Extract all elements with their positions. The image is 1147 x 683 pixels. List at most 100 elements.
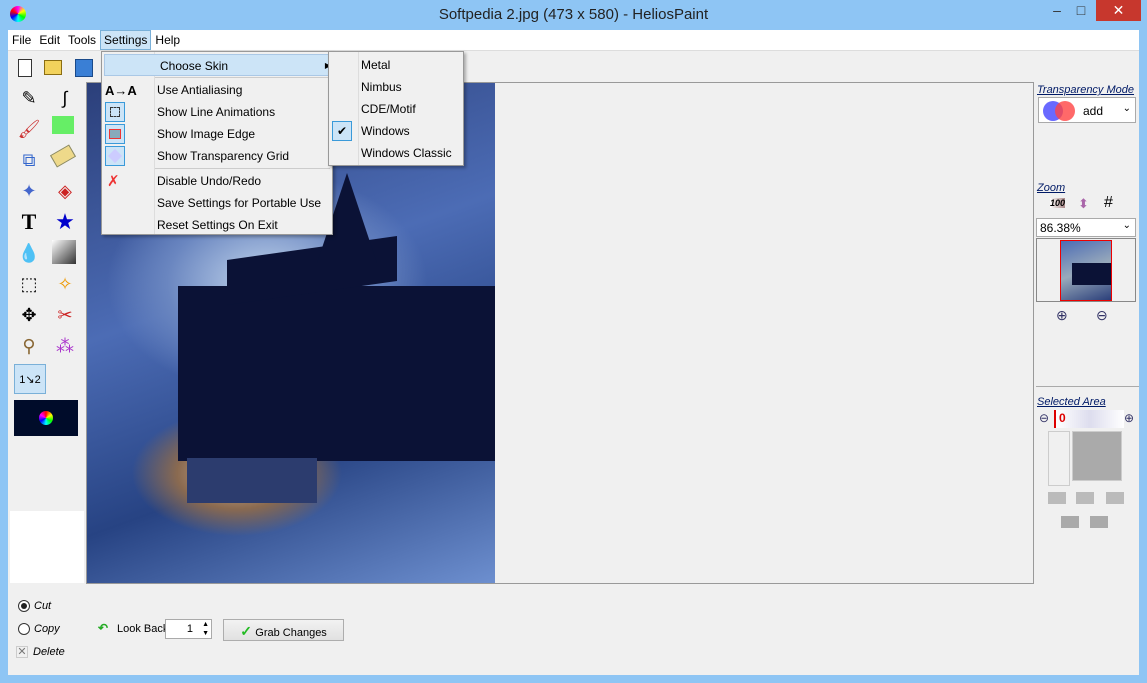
layer-swap-tool-icon[interactable]: 1↘2 — [14, 364, 46, 394]
selection-slider[interactable]: 0 — [1054, 410, 1124, 428]
transparency-grid-icon — [105, 146, 125, 166]
menu-item-label: Nimbus — [361, 80, 402, 94]
open-folder-icon[interactable] — [44, 60, 62, 75]
decrease-icon[interactable]: ⊖ — [1039, 411, 1049, 425]
pencil-tool-icon[interactable]: ✎ — [16, 85, 42, 111]
navigator-thumbnail[interactable] — [1060, 240, 1112, 301]
color-picker-swatch[interactable] — [14, 400, 78, 436]
menu-file[interactable]: File — [8, 30, 35, 50]
menu-item-reset-on-exit[interactable]: Reset Settings On Exit — [102, 214, 332, 236]
increase-icon[interactable]: ⊕ — [1124, 411, 1134, 425]
zoom-value: 86.38% — [1040, 221, 1081, 235]
color-wheel-icon — [39, 411, 53, 425]
edit-selection-icon[interactable] — [1076, 492, 1094, 504]
menu-item-label: Reset Settings On Exit — [157, 218, 278, 232]
chevron-down-icon: ⌄ — [1122, 103, 1131, 114]
zoom-out-icon[interactable]: ⊖ — [1096, 307, 1108, 324]
spray-tool-icon[interactable]: ✦ — [16, 178, 42, 204]
color-preview — [10, 511, 84, 583]
menu-item-show-line-animations[interactable]: Show Line Animations — [102, 101, 332, 123]
shapes-tool-icon[interactable]: ★ — [52, 209, 78, 235]
grid-icon[interactable]: # — [1104, 194, 1113, 212]
menu-item-label: Save Settings for Portable Use — [157, 196, 322, 210]
skin-item-nimbus[interactable]: Nimbus — [329, 76, 463, 98]
eyedropper-tool-icon[interactable]: 💧 — [16, 240, 42, 266]
freehand-line-tool-icon[interactable]: ∫ — [52, 85, 78, 111]
menu-item-label: Use Antialiasing — [157, 83, 243, 97]
transparency-mode-label: Transparency Mode — [1037, 84, 1135, 96]
menu-item-label: Show Transparency Grid — [157, 149, 290, 163]
skin-item-windows[interactable]: ✔ Windows — [329, 120, 463, 142]
layer-order-controls[interactable] — [1048, 431, 1070, 486]
menu-settings[interactable]: Settings — [100, 30, 152, 50]
menu-item-label: Choose Skin — [160, 59, 229, 73]
antialias-icon: A→A — [105, 83, 137, 98]
zoom-in-icon[interactable]: ⊕ — [1056, 307, 1068, 324]
divider — [1036, 386, 1139, 387]
save-icon[interactable] — [75, 59, 93, 77]
menu-item-disable-undo-redo[interactable]: ✗ Disable Undo/Redo — [102, 170, 332, 192]
lasso-tool-icon[interactable]: ⚲ — [16, 333, 42, 359]
cut-radio[interactable] — [18, 600, 30, 612]
clone-tool-icon[interactable]: ⧉ — [16, 147, 42, 173]
navigator-preview[interactable] — [1036, 238, 1136, 302]
grab-changes-button[interactable]: ✓ Grab Changes — [223, 619, 344, 641]
maximize-button[interactable]: □ — [1067, 0, 1095, 21]
menu-item-show-transparency-grid[interactable]: Show Transparency Grid — [102, 145, 332, 167]
expand-selection-icon[interactable] — [1061, 516, 1079, 528]
skin-item-metal[interactable]: Metal — [329, 54, 463, 76]
look-back-value: 1 — [186, 623, 193, 635]
checkmark-icon: ✓ — [240, 623, 252, 639]
selection-preview — [1072, 431, 1122, 481]
crop-to-selection-icon[interactable] — [1048, 492, 1066, 504]
look-back-spinner[interactable]: 1 ▲ ▼ — [165, 619, 212, 639]
eraser-tool-icon[interactable] — [49, 144, 77, 168]
look-back-label: Look Back — [117, 623, 169, 635]
selected-value: 0 — [1059, 411, 1066, 425]
magic-wand-tool-icon[interactable]: ✧ — [52, 271, 78, 297]
menu-item-label: Show Line Animations — [157, 105, 276, 119]
menu-item-show-image-edge[interactable]: Show Image Edge — [102, 123, 332, 145]
close-button[interactable]: ✕ — [1096, 0, 1141, 21]
menu-item-choose-skin[interactable]: Choose Skin▶ — [104, 54, 331, 76]
skin-item-windows-classic[interactable]: Windows Classic — [329, 142, 463, 164]
zoom-100-icon[interactable]: 100 — [1050, 198, 1066, 208]
delete-checkbox[interactable]: ✕ — [16, 646, 28, 658]
copy-radio[interactable] — [18, 623, 30, 635]
fit-to-window-icon[interactable]: ⬍ — [1078, 196, 1089, 212]
spinner-arrows[interactable]: ▲ ▼ — [202, 620, 209, 638]
menu-help[interactable]: Help — [151, 30, 184, 50]
transparency-mode-select[interactable]: add ⌄ — [1038, 97, 1136, 123]
title-bar: Softpedia 2.jpg (473 x 580) - HeliosPain… — [0, 0, 1147, 30]
text-tool-icon[interactable]: T — [16, 209, 42, 235]
menu-item-use-antialiasing[interactable]: A→A Use Antialiasing — [102, 79, 332, 101]
zoom-select[interactable]: 86.38% ⌄ — [1036, 218, 1136, 237]
new-file-icon[interactable] — [18, 59, 32, 77]
delete-selection-icon[interactable] — [1106, 492, 1124, 504]
highlighter-tool-icon[interactable] — [52, 116, 74, 134]
menu-item-label: CDE/Motif — [361, 102, 416, 116]
scissors-tool-icon[interactable]: ✂ — [52, 302, 78, 328]
shrink-selection-icon[interactable] — [1090, 516, 1108, 528]
skin-submenu: Metal Nimbus CDE/Motif ✔ Windows Windows … — [328, 51, 464, 166]
grab-changes-label: Grab Changes — [255, 627, 327, 639]
selected-area-label: Selected Area — [1037, 396, 1106, 408]
smudge-tool-icon[interactable]: ◈ — [52, 178, 78, 204]
skin-item-cde-motif[interactable]: CDE/Motif — [329, 98, 463, 120]
gradient-tool-icon[interactable] — [52, 240, 76, 264]
wand-select-tool-icon[interactable]: ⁂ — [52, 333, 78, 359]
menu-item-label: Show Image Edge — [157, 127, 256, 141]
move-tool-icon[interactable]: ✥ — [16, 302, 42, 328]
menu-tools[interactable]: Tools — [64, 30, 100, 50]
delete-label: Delete — [33, 646, 65, 658]
line-animation-icon — [105, 102, 125, 122]
bottom-panel: Cut Copy ✕ Delete ↶ Look Back 1 ▲ ▼ ✓ Gra… — [8, 590, 1139, 675]
menu-edit[interactable]: Edit — [35, 30, 64, 50]
thumbnail-dark — [1072, 263, 1111, 285]
menu-item-label: Metal — [361, 58, 391, 72]
settings-menu: Choose Skin▶ A→A Use Antialiasing Show Li… — [101, 51, 333, 235]
brush-tool-icon[interactable]: 🖌 — [16, 116, 42, 142]
transform-tool-icon[interactable]: ⬚ — [16, 271, 42, 297]
menu-item-save-portable[interactable]: Save Settings for Portable Use — [102, 192, 332, 214]
look-back-icon: ↶ — [98, 621, 109, 635]
